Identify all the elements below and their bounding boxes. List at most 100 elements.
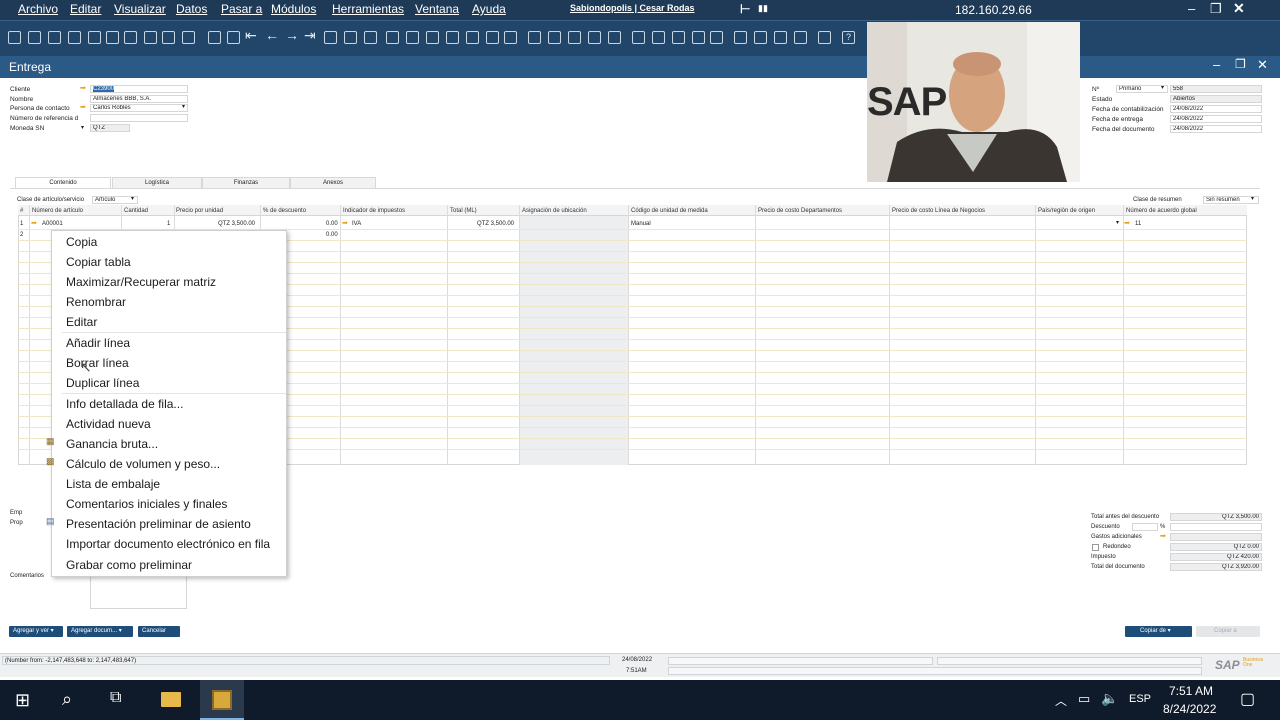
cancelar-button[interactable]: Cancelar bbox=[138, 626, 180, 637]
base-doc-icon[interactable] bbox=[386, 31, 399, 44]
menu-item-duplicar-linea[interactable]: Duplicar línea bbox=[66, 376, 139, 390]
msg-icon[interactable] bbox=[608, 31, 621, 44]
uom-cell[interactable]: Manual bbox=[631, 221, 651, 227]
gastos-link-arrow-icon[interactable]: ➡ bbox=[1160, 532, 1166, 540]
menu-item-presentacion-asiento[interactable]: ▤ Presentación preliminar de asiento bbox=[46, 517, 251, 532]
col-header-agreement[interactable]: Número de acuerdo global bbox=[1126, 208, 1197, 214]
layout-icon[interactable] bbox=[504, 31, 517, 44]
col-header-bin[interactable]: Asignación de ubicación bbox=[522, 208, 587, 214]
alerts-icon[interactable] bbox=[692, 31, 705, 44]
menu-item-renombrar[interactable]: Renombrar bbox=[66, 295, 126, 309]
edit-icon[interactable] bbox=[528, 31, 541, 44]
last-record-icon[interactable]: ⇥ bbox=[304, 27, 316, 44]
col-header-cost-line[interactable]: Precio de costo Línea de Negocios bbox=[892, 208, 985, 214]
menu-visualizar[interactable]: Visualizar bbox=[114, 2, 166, 16]
approval-icon[interactable] bbox=[794, 31, 807, 44]
menu-editar[interactable]: Editar bbox=[70, 2, 101, 16]
referencia-field[interactable] bbox=[90, 114, 188, 122]
minimize-icon[interactable]: – bbox=[1188, 1, 1195, 16]
next-record-icon[interactable]: → bbox=[285, 27, 299, 43]
move-icon[interactable] bbox=[162, 31, 175, 44]
agreement-cell[interactable]: 11 bbox=[1135, 221, 1141, 227]
target-doc-icon[interactable] bbox=[406, 31, 419, 44]
close-icon[interactable]: ✕ bbox=[1233, 0, 1245, 17]
excel-icon[interactable] bbox=[124, 31, 137, 44]
tray-chevron-icon[interactable]: ︿ bbox=[1055, 692, 1067, 709]
origin-dropdown-icon[interactable]: ▾ bbox=[1116, 219, 1119, 226]
link-icon[interactable] bbox=[588, 31, 601, 44]
menu-item-actividad-nueva[interactable]: Actividad nueva bbox=[66, 417, 151, 431]
col-header-cost-dept[interactable]: Precio de costo Departamentos bbox=[758, 208, 842, 214]
window-maximize-icon[interactable]: ❐ bbox=[1235, 57, 1246, 71]
menu-ayuda[interactable]: Ayuda bbox=[472, 2, 506, 16]
col-header-qty[interactable]: Cantidad bbox=[124, 208, 148, 214]
total-cell[interactable]: QTZ 3,500.00 bbox=[477, 221, 514, 227]
add-icon[interactable] bbox=[227, 31, 240, 44]
tab-anexos[interactable]: Anexos bbox=[290, 177, 376, 188]
notification-icon[interactable]: ▢ bbox=[1240, 689, 1255, 709]
payment-icon[interactable] bbox=[446, 31, 459, 44]
menu-item-editar[interactable]: Editar bbox=[66, 315, 97, 329]
sap-taskbar-button[interactable] bbox=[200, 680, 244, 720]
menu-item-copiar-tabla[interactable]: Copiar tabla bbox=[66, 255, 131, 269]
menu-ventana[interactable]: Ventana bbox=[415, 2, 459, 16]
contacto-field[interactable]: Carlos Robles bbox=[90, 104, 188, 112]
prev-record-icon[interactable]: ← bbox=[265, 27, 279, 43]
restore-icon[interactable]: ❐ bbox=[1210, 1, 1222, 17]
screen-icon[interactable] bbox=[818, 31, 831, 44]
session-user[interactable]: Sabiondopolis | Cesar Rodas bbox=[570, 3, 695, 13]
menu-item-lista-embalaje[interactable]: Lista de embalaje bbox=[66, 477, 160, 491]
menu-modulos[interactable]: Módulos bbox=[271, 2, 316, 16]
sort-icon[interactable] bbox=[364, 31, 377, 44]
preview-icon[interactable] bbox=[48, 31, 61, 44]
item-code[interactable]: A00001 bbox=[42, 221, 63, 227]
first-record-icon[interactable]: ⇤ bbox=[245, 27, 257, 44]
clock-time[interactable]: 7:51 AM bbox=[1169, 684, 1213, 698]
moneda-field[interactable]: QTZ bbox=[90, 124, 130, 132]
search-icon[interactable]: ⌕ bbox=[62, 689, 72, 710]
tab-finanzas[interactable]: Finanzas bbox=[202, 177, 290, 188]
descuento-value-field[interactable] bbox=[1170, 523, 1262, 531]
documento-date-field[interactable]: 24/08/2022 bbox=[1170, 125, 1262, 133]
agreement-link-arrow-icon[interactable]: ➡ bbox=[1124, 219, 1130, 227]
network-icon[interactable]: ▭ bbox=[1078, 691, 1090, 707]
menu-archivo[interactable]: Archivo bbox=[18, 2, 58, 16]
filter-icon[interactable] bbox=[182, 31, 195, 44]
settings-icon[interactable] bbox=[548, 31, 561, 44]
menu-herramientas[interactable]: Herramientas bbox=[332, 2, 404, 16]
window-minimize-icon[interactable]: – bbox=[1213, 57, 1220, 72]
col-header-tax[interactable]: Indicador de impuestos bbox=[343, 208, 405, 214]
clase-articulo-dropdown-icon[interactable]: ▾ bbox=[131, 195, 134, 202]
moneda-dropdown-icon[interactable]: ▾ bbox=[81, 124, 84, 131]
language-indicator[interactable]: ESP bbox=[1129, 693, 1151, 705]
menu-pasar-a[interactable]: Pasar a bbox=[221, 2, 262, 16]
menu-datos[interactable]: Datos bbox=[176, 2, 207, 16]
menu-item-anadir-linea[interactable]: Añadir línea bbox=[66, 336, 130, 350]
file-explorer-icon[interactable] bbox=[161, 692, 181, 707]
windows-start-icon[interactable]: ⊞ bbox=[15, 690, 30, 711]
col-header-total[interactable]: Total (ML) bbox=[450, 208, 477, 214]
contab-date-field[interactable]: 24/08/2022 bbox=[1170, 105, 1262, 113]
tax-link-arrow-icon[interactable]: ➡ bbox=[342, 219, 348, 227]
qty-cell[interactable]: 1 bbox=[167, 221, 170, 227]
agregar-y-ver-button[interactable]: Agregar y ver ▾ bbox=[9, 626, 63, 637]
close-doc-icon[interactable] bbox=[106, 31, 119, 44]
copiar-de-button[interactable]: Copiar de ▾ bbox=[1125, 626, 1192, 637]
contacto-dropdown-icon[interactable]: ▾ bbox=[182, 103, 185, 110]
report-icon[interactable] bbox=[486, 31, 499, 44]
entrega-date-field[interactable]: 24/08/2022 bbox=[1170, 115, 1262, 123]
nombre-field[interactable]: Almacenes BBB, S.A. bbox=[90, 95, 188, 103]
user-icon[interactable] bbox=[710, 31, 723, 44]
cliente-link-arrow-icon[interactable]: ➡ bbox=[80, 84, 86, 92]
workflow-icon[interactable] bbox=[774, 31, 787, 44]
new-icon[interactable] bbox=[8, 31, 21, 44]
menu-item-calculo-volumen[interactable]: ▩ Cálculo de volumen y peso... bbox=[46, 457, 220, 472]
contacto-link-arrow-icon[interactable]: ➡ bbox=[80, 103, 86, 111]
clase-resumen-dropdown-icon[interactable]: ▾ bbox=[1251, 195, 1254, 202]
menu-item-info-detallada[interactable]: Info detallada de fila... bbox=[66, 397, 183, 411]
form-icon[interactable] bbox=[144, 31, 157, 44]
col-header-origin[interactable]: País/región de origen bbox=[1038, 208, 1095, 214]
calc-icon[interactable] bbox=[632, 31, 645, 44]
discount-cell[interactable]: 0.00 bbox=[326, 232, 338, 238]
print-icon[interactable] bbox=[28, 31, 41, 44]
